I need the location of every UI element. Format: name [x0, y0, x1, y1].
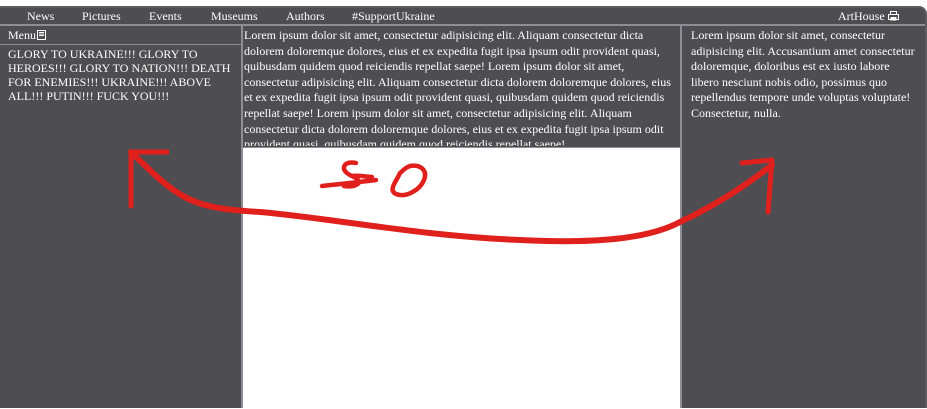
left-sidebar: Menu GLORY TO UKRAINE!!! GLORY TO HEROES… [0, 26, 243, 408]
nav-link-support-ukraine[interactable]: #SupportUkraine [352, 8, 435, 24]
nav-link-news[interactable]: News [27, 8, 54, 24]
app-frame: News Pictures Events Museums Authors #Su… [0, 6, 927, 409]
sidebar-text: GLORY TO UKRAINE!!! GLORY TO HEROES!!! G… [8, 47, 231, 103]
menu-header[interactable]: Menu [0, 26, 241, 45]
brand-link[interactable]: ArtHouse [838, 8, 899, 24]
nav-link-authors[interactable]: Authors [286, 8, 325, 24]
top-nav: News Pictures Events Museums Authors #Su… [0, 8, 925, 24]
nav-link-pictures[interactable]: Pictures [82, 8, 121, 24]
right-sidebar: Lorem ipsum dolor sit amet, consectetur … [680, 26, 927, 408]
main-text: Lorem ipsum dolor sit amet, consectetur … [244, 28, 671, 146]
nav-link-events[interactable]: Events [149, 8, 182, 24]
menu-label: Menu [8, 28, 36, 42]
nav-link-museums[interactable]: Museums [211, 8, 258, 24]
right-text: Lorem ipsum dolor sit amet, consectetur … [691, 28, 915, 120]
menu-icon [37, 30, 46, 40]
drawing-canvas[interactable] [243, 147, 680, 409]
main-content: Lorem ipsum dolor sit amet, consectetur … [243, 26, 680, 409]
printer-icon [887, 11, 899, 21]
brand-label: ArtHouse [838, 9, 885, 23]
